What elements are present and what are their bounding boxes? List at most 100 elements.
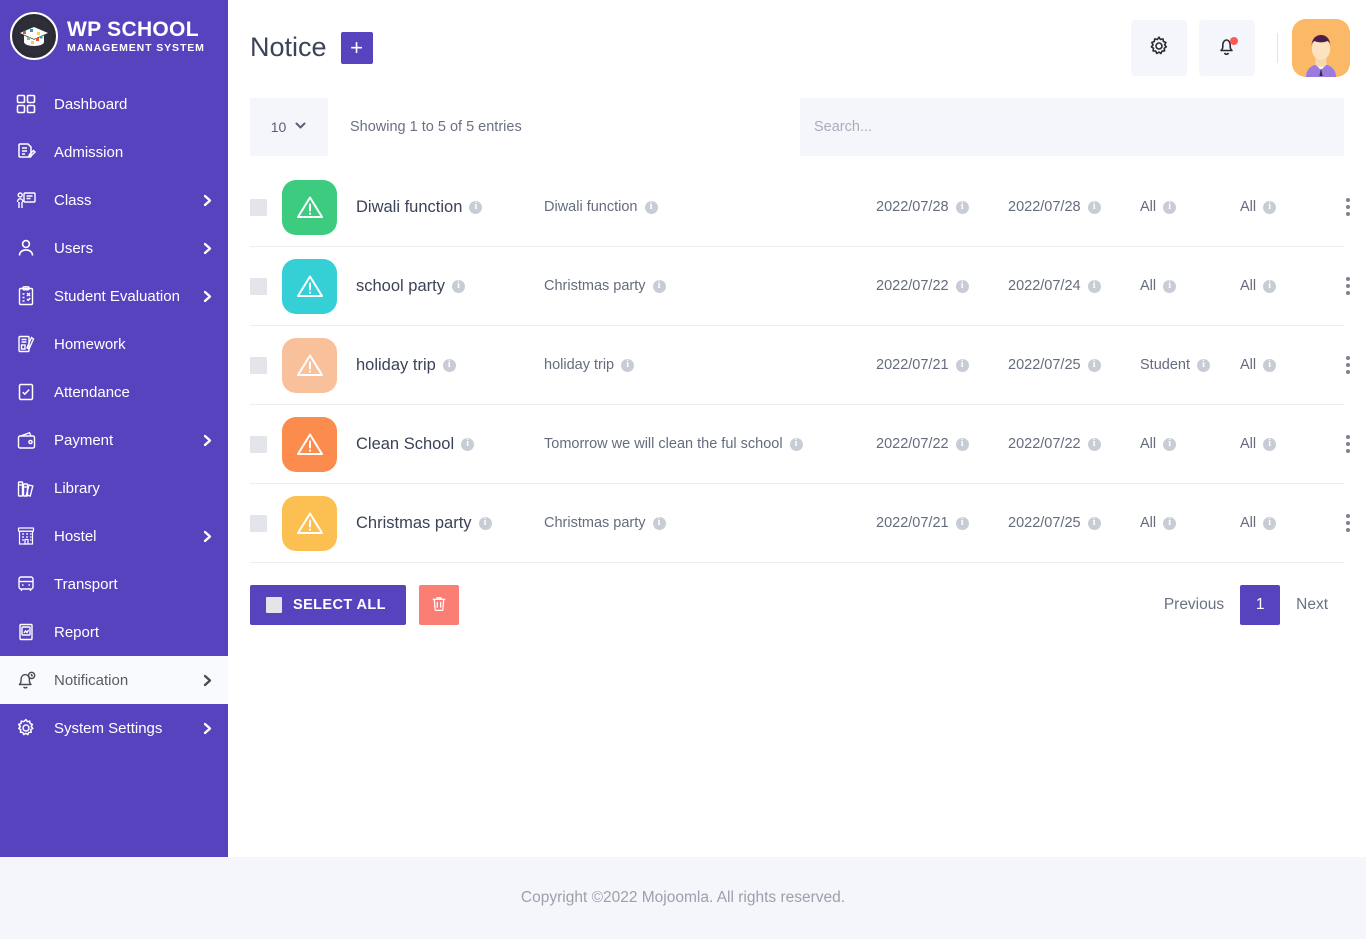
row-actions-menu-icon[interactable] xyxy=(1340,510,1356,536)
row-checkbox[interactable] xyxy=(250,514,267,532)
sidebar-item-homework[interactable]: Homework xyxy=(0,320,228,368)
info-icon[interactable]: i xyxy=(1087,516,1101,530)
table-row[interactable]: Diwali function i Diwali function i 2022… xyxy=(250,168,1350,247)
row-description-cell: Christmas party i xyxy=(544,515,876,531)
sidebar-item-attendance[interactable]: Attendance xyxy=(0,368,228,416)
pagination-page-1[interactable]: 1 xyxy=(1240,585,1281,625)
table-row[interactable]: Christmas party i Christmas party i 2022… xyxy=(250,484,1350,563)
info-icon[interactable]: i xyxy=(1263,279,1277,293)
info-icon[interactable]: i xyxy=(469,200,483,214)
copyright-text: Copyright ©2022 Mojoomla. All rights res… xyxy=(520,889,846,906)
info-icon[interactable]: i xyxy=(1163,200,1177,214)
sidebar-item-library[interactable]: Library xyxy=(0,464,228,512)
row-actions-menu-icon[interactable] xyxy=(1340,273,1356,299)
row-title: school party xyxy=(356,276,445,295)
row-title-cell: Diwali function i xyxy=(356,198,544,217)
info-icon[interactable]: i xyxy=(652,279,666,293)
sidebar-item-report[interactable]: Report xyxy=(0,608,228,656)
sidebar-item-payment[interactable]: Payment xyxy=(0,416,228,464)
settings-button[interactable] xyxy=(1131,19,1187,76)
row-target: All xyxy=(1240,436,1257,452)
row-actions-menu-icon[interactable] xyxy=(1340,352,1356,378)
info-icon[interactable]: i xyxy=(1197,358,1210,372)
book-pencil-icon xyxy=(14,332,38,356)
delete-selected-button[interactable] xyxy=(418,585,459,625)
search-box[interactable] xyxy=(800,98,1344,156)
row-title: holiday trip xyxy=(356,355,436,374)
sidebar-item-class[interactable]: Class xyxy=(0,176,228,224)
pagination-next[interactable]: Next xyxy=(1280,585,1344,625)
row-title-cell: school party i xyxy=(356,277,544,296)
row-checkbox[interactable] xyxy=(250,356,267,374)
row-end-date: 2022/07/25 xyxy=(1008,357,1081,373)
row-audience: All xyxy=(1140,278,1157,294)
clipboard-check-icon xyxy=(14,284,38,308)
info-icon[interactable]: i xyxy=(955,516,969,530)
info-icon[interactable]: i xyxy=(478,516,492,530)
info-icon[interactable]: i xyxy=(955,200,969,214)
info-icon[interactable]: i xyxy=(789,437,803,451)
search-input[interactable] xyxy=(800,98,1344,156)
select-all-button[interactable]: SELECT ALL xyxy=(250,585,406,625)
avatar[interactable] xyxy=(1292,18,1350,77)
page-length-select[interactable]: 10 xyxy=(250,98,328,156)
sidebar-item-label: Notification xyxy=(54,671,129,689)
info-icon[interactable]: i xyxy=(644,200,658,214)
row-actions-menu-icon[interactable] xyxy=(1340,194,1356,220)
sidebar-item-admission[interactable]: Admission xyxy=(0,128,228,176)
row-menu-cell xyxy=(1340,194,1366,220)
table-row[interactable]: school party i Christmas party i 2022/07… xyxy=(250,247,1350,326)
row-checkbox[interactable] xyxy=(250,198,267,216)
sidebar-item-users[interactable]: Users xyxy=(0,224,228,272)
info-icon[interactable]: i xyxy=(1087,358,1101,372)
info-icon[interactable]: i xyxy=(1163,516,1177,530)
table-row[interactable]: holiday trip i holiday trip i 2022/07/21… xyxy=(250,326,1350,405)
sidebar-item-system-settings[interactable]: System Settings xyxy=(0,704,228,752)
info-icon[interactable]: i xyxy=(652,516,666,530)
row-audience: All xyxy=(1140,436,1157,452)
info-icon[interactable]: i xyxy=(1263,358,1277,372)
chevron-right-icon xyxy=(201,290,214,303)
grid-icon xyxy=(14,92,38,116)
row-title: Diwali function xyxy=(356,197,463,216)
info-icon[interactable]: i xyxy=(955,279,969,293)
row-checkbox[interactable] xyxy=(250,277,267,295)
sidebar-item-dashboard[interactable]: Dashboard xyxy=(0,80,228,128)
info-icon[interactable]: i xyxy=(955,437,969,451)
info-icon[interactable]: i xyxy=(955,358,969,372)
brand[interactable]: WP SCHOOL MANAGEMENT SYSTEM xyxy=(0,0,228,72)
sidebar-item-notification[interactable]: Notification xyxy=(0,656,228,704)
info-icon[interactable]: i xyxy=(1263,516,1277,530)
info-icon[interactable]: i xyxy=(1087,437,1101,451)
row-icon-cell xyxy=(282,495,356,551)
info-icon[interactable]: i xyxy=(451,279,465,293)
info-icon[interactable]: i xyxy=(1163,279,1177,293)
info-icon[interactable]: i xyxy=(442,358,456,372)
info-icon[interactable]: i xyxy=(461,437,475,451)
row-checkbox[interactable] xyxy=(250,435,267,453)
pagination-previous[interactable]: Previous xyxy=(1148,585,1240,625)
info-icon[interactable]: i xyxy=(1163,437,1177,451)
sidebar-item-student-evaluation[interactable]: Student Evaluation xyxy=(0,272,228,320)
info-icon[interactable]: i xyxy=(1263,200,1277,214)
brand-text: WP SCHOOL MANAGEMENT SYSTEM xyxy=(67,19,205,54)
building-icon xyxy=(14,524,38,548)
row-title: Christmas party xyxy=(356,513,472,532)
info-icon[interactable]: i xyxy=(621,358,635,372)
row-target: All xyxy=(1240,515,1257,531)
page-length-value: 10 xyxy=(270,119,287,135)
info-icon[interactable]: i xyxy=(1087,200,1101,214)
topbar: Notice + xyxy=(228,0,1366,95)
sidebar-item-transport[interactable]: Transport xyxy=(0,560,228,608)
sidebar-item-label: Class xyxy=(54,191,92,209)
row-actions-menu-icon[interactable] xyxy=(1340,431,1356,457)
notifications-button[interactable] xyxy=(1199,19,1255,76)
add-notice-button[interactable]: + xyxy=(340,31,373,64)
sidebar-item-hostel[interactable]: Hostel xyxy=(0,512,228,560)
row-end-date-cell: 2022/07/25 i xyxy=(1008,357,1140,373)
table-row[interactable]: Clean School i Tomorrow we will clean th… xyxy=(250,405,1350,484)
info-icon[interactable]: i xyxy=(1263,437,1277,451)
info-icon[interactable]: i xyxy=(1087,279,1101,293)
brand-title: WP SCHOOL xyxy=(67,17,199,41)
chevron-right-icon xyxy=(201,194,214,207)
